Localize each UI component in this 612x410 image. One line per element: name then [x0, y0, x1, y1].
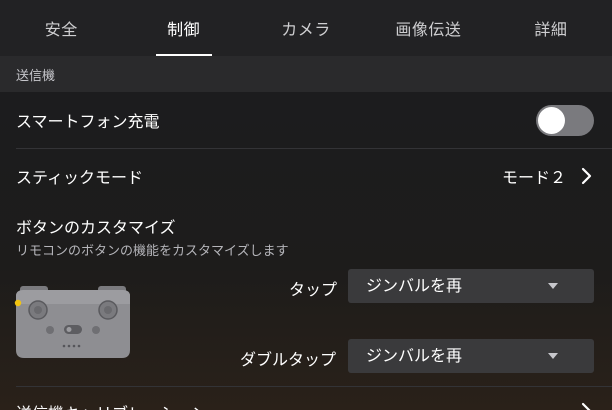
phone-charging-toggle[interactable]: [536, 104, 594, 136]
tab-label: 安全: [44, 20, 78, 39]
row-phone-charging: スマートフォン充電: [0, 92, 612, 148]
button-customize-title: ボタンのカスタマイズ: [16, 218, 176, 237]
tab-safety[interactable]: 安全: [0, 0, 122, 56]
top-tab-bar: 安全 制御 カメラ 画像伝送 詳細: [0, 0, 612, 56]
caret-down-icon: [548, 353, 558, 359]
toggle-knob: [538, 106, 565, 134]
tap-function-select[interactable]: ジンバルを再: [348, 269, 594, 303]
tab-label: カメラ: [281, 20, 331, 39]
button-customize-description: リモコンのボタンの機能をカスタマイズします: [16, 244, 289, 259]
next-row-label[interactable]: 送信機キャリブレーション: [16, 400, 208, 410]
tap-label: タップ: [289, 280, 338, 299]
settings-content: スマートフォン充電 スティックモード モード２ ボタンのカスタマイズ リモコンの…: [0, 92, 612, 410]
section-title: 送信機: [16, 68, 56, 84]
double-tap-function-value: ジンバルを再: [366, 346, 463, 365]
phone-charging-label: スマートフォン充電: [16, 112, 160, 131]
tab-transmission[interactable]: 画像伝送: [367, 0, 489, 56]
tab-label: 画像伝送: [395, 20, 462, 39]
tab-control[interactable]: 制御: [122, 0, 244, 56]
divider: [16, 386, 612, 387]
tab-label: 詳細: [534, 20, 568, 39]
chevron-right-icon: [581, 402, 591, 410]
row-stick-mode[interactable]: スティックモード モード２: [0, 149, 612, 203]
double-tap-label: ダブルタップ: [240, 350, 337, 369]
section-header: 送信機: [0, 56, 612, 92]
stick-mode-label: スティックモード: [16, 168, 144, 187]
remote-controller-icon: [14, 286, 130, 358]
tab-label: 制御: [167, 20, 201, 39]
tap-function-value: ジンバルを再: [366, 276, 463, 295]
tab-details[interactable]: 詳細: [490, 0, 612, 56]
stick-mode-value: モード２: [501, 168, 566, 187]
chevron-right-icon: [581, 167, 592, 185]
caret-down-icon: [548, 283, 558, 289]
tab-camera[interactable]: カメラ: [245, 0, 367, 56]
double-tap-function-select[interactable]: ジンバルを再: [348, 339, 594, 373]
